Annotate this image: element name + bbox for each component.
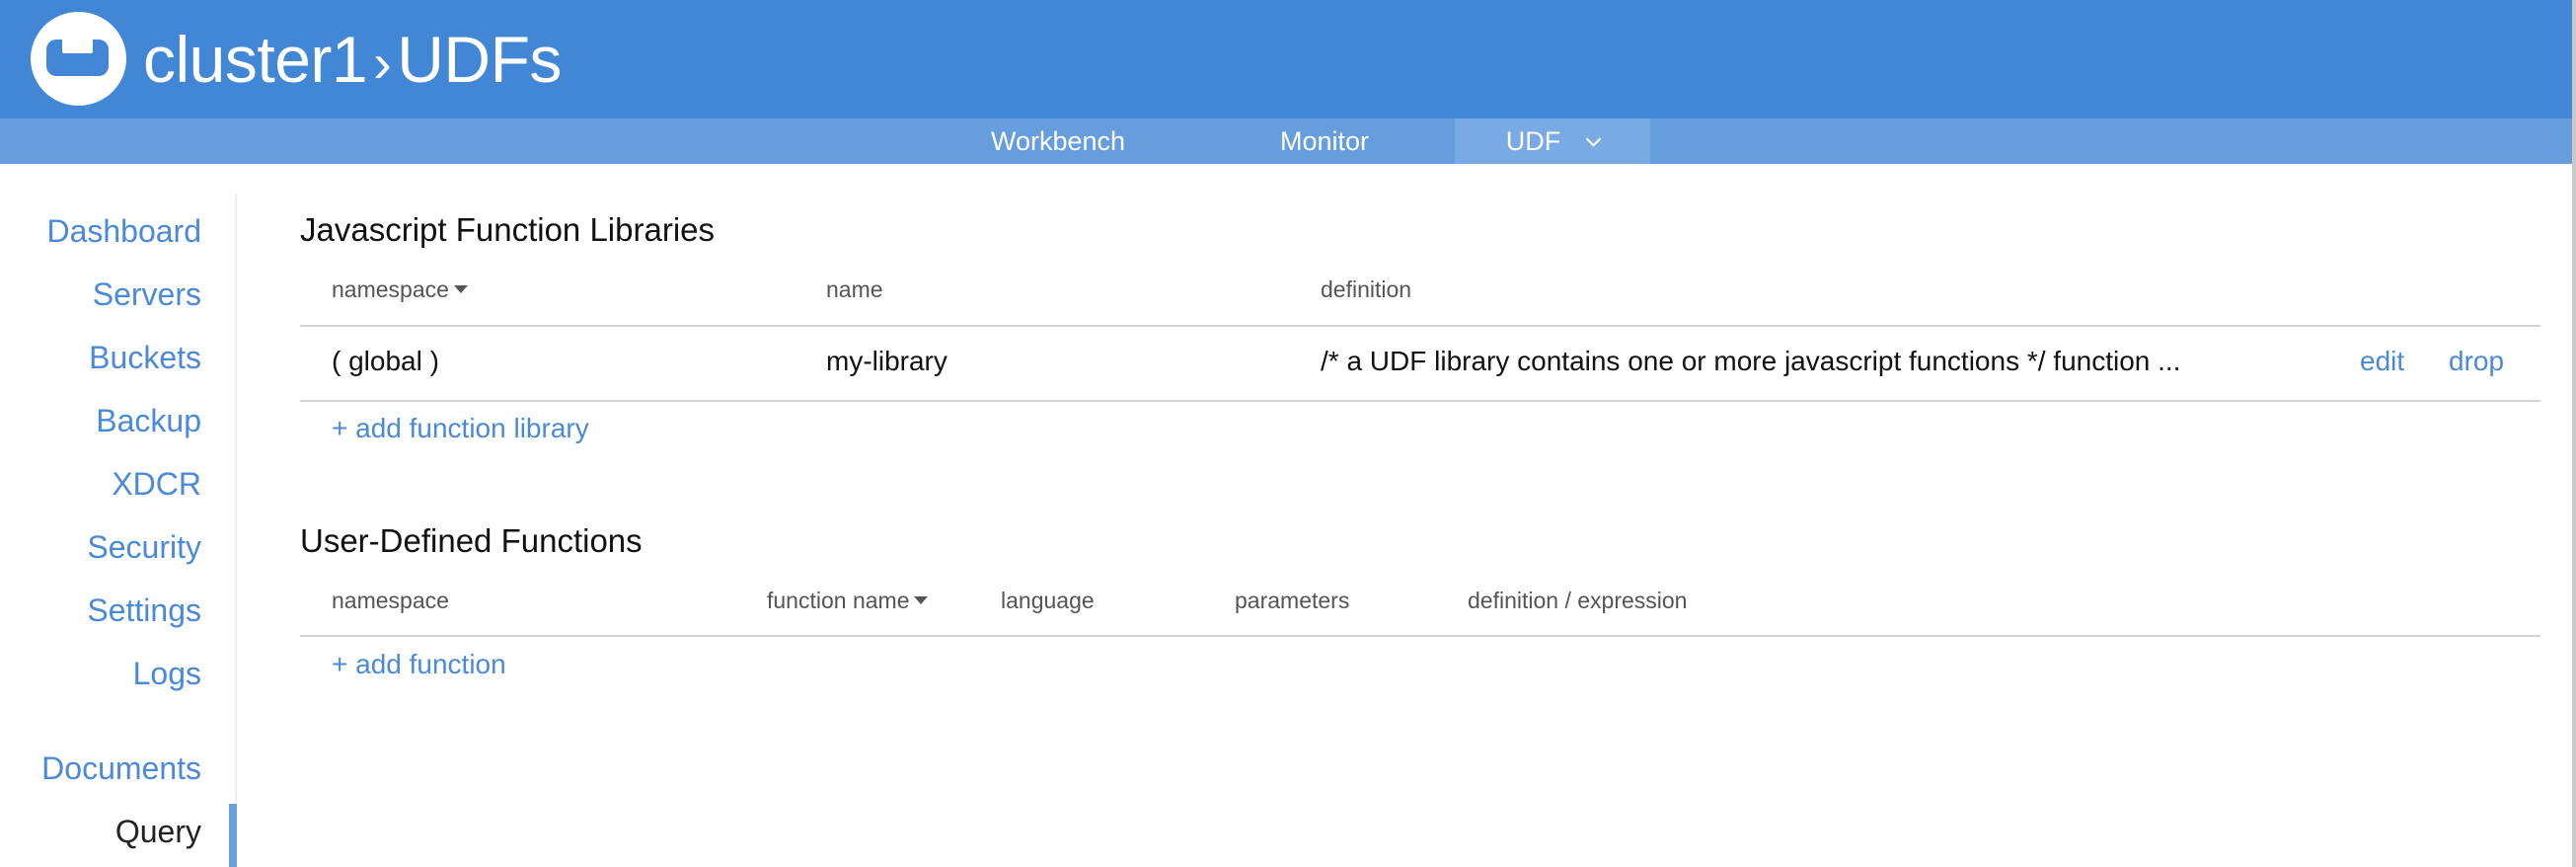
breadcrumb-page: UDFs: [397, 23, 562, 96]
functions-col-language[interactable]: language: [1001, 588, 1095, 614]
library-row-divider: [300, 400, 2540, 402]
sidebar-item-logs[interactable]: Logs: [133, 656, 201, 692]
libraries-col-definition[interactable]: definition: [1321, 276, 1411, 303]
sidebar-item-query[interactable]: Query: [115, 814, 201, 850]
sidebar-nav: Dashboard Servers Buckets Backup XDCR Se…: [0, 194, 237, 867]
libraries-col-namespace[interactable]: namespace: [332, 276, 468, 303]
app-header: cluster1 ›UDFs: [0, 0, 2572, 118]
subnav-tab-workbench[interactable]: Workbench: [959, 118, 1157, 164]
add-function-link[interactable]: + add function: [332, 649, 506, 680]
libraries-header-divider: [300, 325, 2540, 327]
sidebar-item-dashboard[interactable]: Dashboard: [46, 213, 201, 250]
sidebar-item-servers[interactable]: Servers: [93, 276, 201, 313]
libraries-col-name[interactable]: name: [826, 276, 883, 303]
functions-col-parameters[interactable]: parameters: [1235, 588, 1349, 614]
library-name: my-library: [826, 346, 947, 376]
page-title: cluster1 ›UDFs: [143, 18, 562, 105]
window-scrollbar[interactable]: [2572, 0, 2576, 867]
subnav-tab-udf[interactable]: UDF: [1455, 118, 1650, 164]
libraries-section-title: Javascript Function Libraries: [300, 211, 716, 248]
library-namespace: ( global ): [332, 346, 439, 376]
sidebar-active-indicator: [229, 804, 237, 867]
functions-header-divider: [300, 635, 2540, 637]
couchbase-logo-icon[interactable]: [31, 12, 126, 106]
sort-desc-icon: [914, 595, 929, 604]
drop-library-button[interactable]: drop: [2449, 346, 2504, 377]
functions-col-namespace[interactable]: namespace: [332, 588, 449, 614]
sidebar-item-backup[interactable]: Backup: [96, 403, 201, 439]
sidebar-item-security[interactable]: Security: [87, 529, 201, 566]
breadcrumb-separator-icon: ›: [373, 32, 392, 94]
sidebar-item-buckets[interactable]: Buckets: [89, 340, 201, 376]
functions-col-definition[interactable]: definition / expression: [1468, 588, 1687, 614]
sidebar-item-xdcr[interactable]: XDCR: [112, 466, 201, 503]
add-function-library-link[interactable]: + add function library: [332, 413, 589, 444]
breadcrumb-cluster[interactable]: cluster1: [143, 23, 368, 96]
edit-library-button[interactable]: edit: [2360, 346, 2404, 377]
functions-section-title: User-Defined Functions: [300, 522, 643, 559]
chevron-down-icon: [1585, 131, 1602, 147]
sidebar-item-settings[interactable]: Settings: [87, 592, 201, 629]
sort-desc-icon: [453, 284, 468, 293]
sidebar-item-documents[interactable]: Documents: [41, 750, 201, 787]
library-definition: /* a UDF library contains one or more ja…: [1321, 346, 2181, 376]
functions-col-function-name[interactable]: function name: [767, 588, 929, 614]
subnav-tab-monitor[interactable]: Monitor: [1226, 118, 1423, 164]
query-subnav: Workbench Monitor UDF: [0, 118, 2572, 164]
